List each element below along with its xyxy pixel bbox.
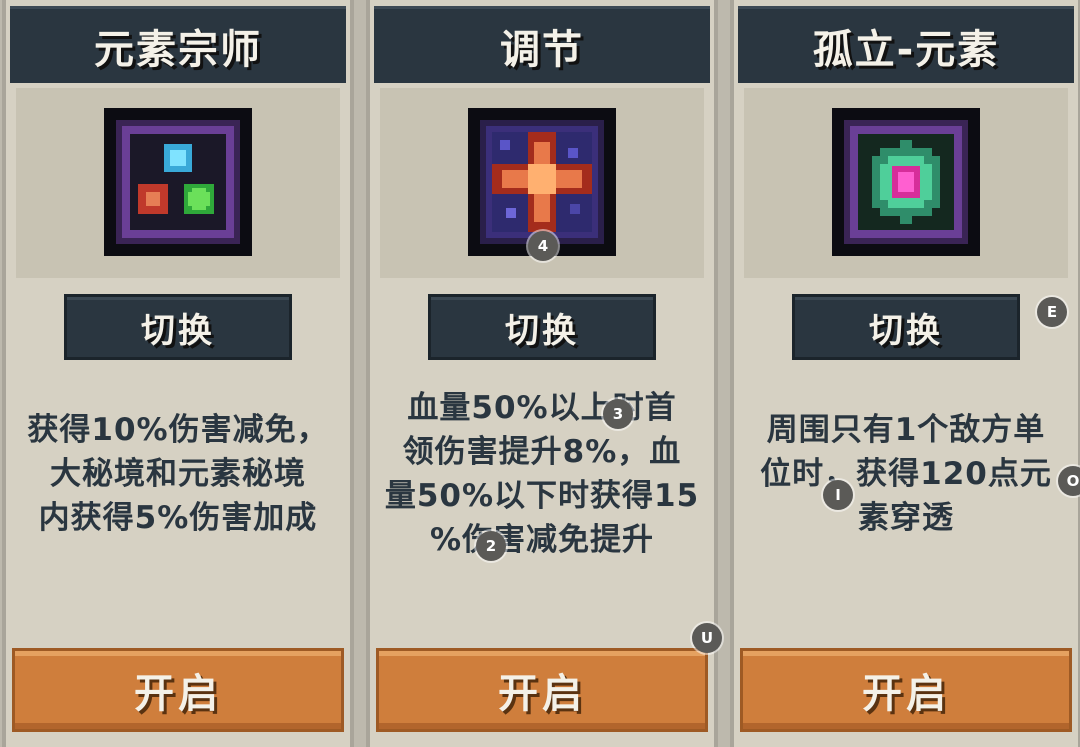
switch-button[interactable]: 切换 — [64, 294, 292, 360]
open-label: 开启 — [862, 671, 950, 717]
description-line: 位时，获得120点元 — [760, 456, 1052, 492]
marker-badge: 3 — [603, 399, 633, 429]
icon-panel — [744, 88, 1068, 278]
description-line: 素穿透 — [858, 500, 954, 536]
elemental-master-icon — [108, 112, 248, 252]
description-line: 周围只有1个敌方单 — [766, 412, 1046, 448]
marker-badge: 4 — [528, 231, 558, 261]
card-title: 孤立-元素 — [812, 27, 1000, 73]
open-label: 开启 — [134, 671, 222, 717]
talent-card-elemental-master: 元素宗师 切换 获得10%伤害减免， 大秘境和元素秘境 内获得5%伤害加成 开启 — [2, 0, 354, 747]
switch-button[interactable]: 切换 — [792, 294, 1020, 360]
switch-button[interactable]: 切换 — [428, 294, 656, 360]
card-description: 获得10%伤害减免， 大秘境和元素秘境 内获得5%伤害加成 — [10, 408, 346, 540]
talent-card-adjust: 调节 切换 血量50%以上时首 领伤害提升8%，血 量50%以下时获得15 %伤… — [366, 0, 718, 747]
card-header: 调节 — [374, 6, 710, 83]
marker-badge: 2 — [476, 531, 506, 561]
card-header: 元素宗师 — [10, 6, 346, 83]
marker-badge: O — [1058, 466, 1080, 496]
description-line: 血量50%以上时首 — [407, 390, 677, 426]
description-line: 领伤害提升8%，血 — [402, 434, 682, 470]
switch-label: 切换 — [141, 310, 215, 351]
description-line: 大秘境和元素秘境 — [50, 456, 306, 492]
open-button[interactable]: 开启 — [740, 648, 1072, 732]
open-button[interactable]: 开启 — [376, 648, 708, 732]
marker-badge: E — [1037, 297, 1067, 327]
open-label: 开启 — [498, 671, 586, 717]
card-description: 血量50%以上时首 领伤害提升8%，血 量50%以下时获得15 %伤害减免提升 — [374, 386, 710, 562]
description-line: %伤害减免提升 — [429, 522, 655, 558]
marker-badge: I — [823, 480, 853, 510]
description-line: 获得10%伤害减免， — [27, 412, 329, 448]
talent-card-isolated-element: 孤立-元素 切换 周围只有1个敌方单 位时，获得120点元 素穿透 开启 — [730, 0, 1080, 747]
description-line: 量50%以下时获得15 — [384, 478, 700, 514]
icon-panel — [16, 88, 340, 278]
switch-label: 切换 — [869, 310, 943, 351]
card-description: 周围只有1个敌方单 位时，获得120点元 素穿透 — [738, 408, 1074, 540]
card-title: 元素宗师 — [94, 27, 262, 73]
marker-badge: U — [692, 623, 722, 653]
card-header: 孤立-元素 — [738, 6, 1074, 83]
card-title: 调节 — [500, 27, 584, 73]
isolated-element-icon — [836, 112, 976, 252]
description-line: 内获得5%伤害加成 — [38, 500, 318, 536]
open-button[interactable]: 开启 — [12, 648, 344, 732]
switch-label: 切换 — [505, 310, 579, 351]
